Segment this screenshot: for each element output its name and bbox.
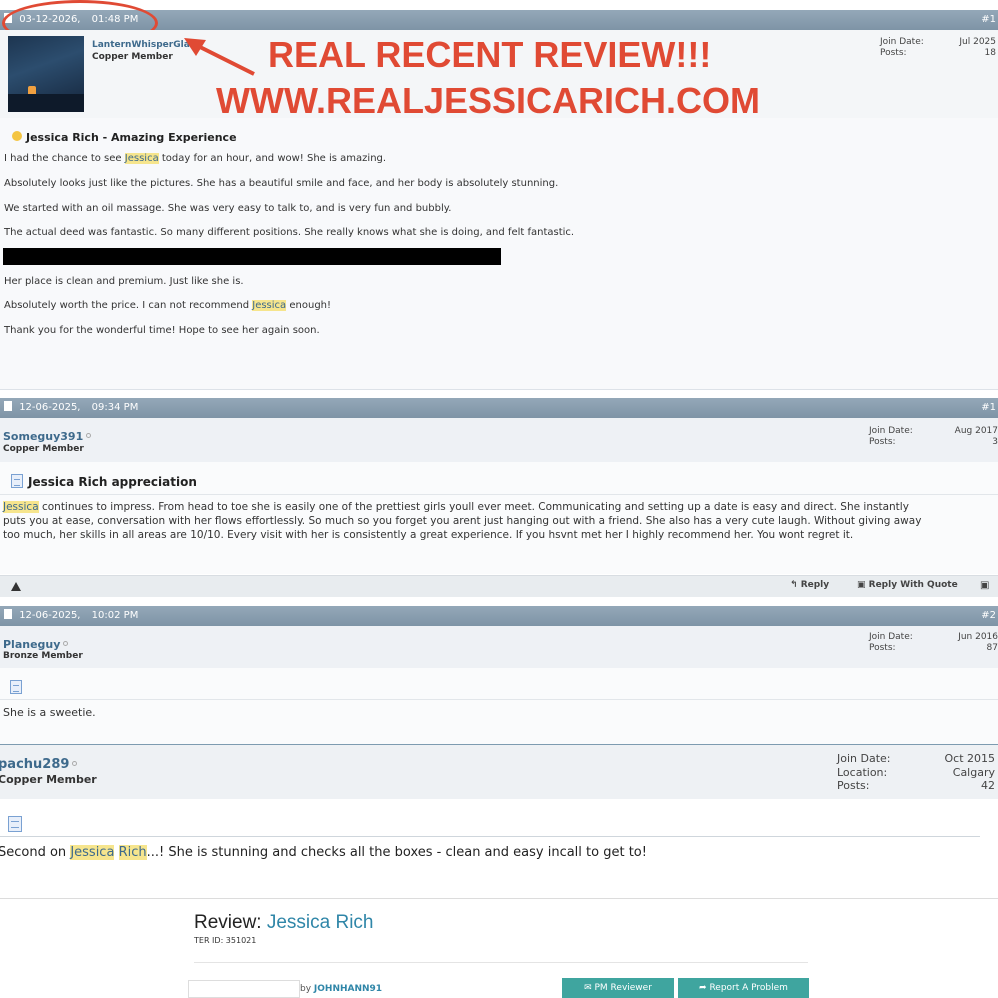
join-value: Jun 2016 xyxy=(958,632,998,642)
rating-box xyxy=(188,980,300,998)
document-icon xyxy=(11,474,23,488)
redaction-bar xyxy=(3,248,501,265)
posts-label: Posts: xyxy=(869,643,896,653)
report-problem-button[interactable]: ➦ Report A Problem xyxy=(678,978,809,998)
post-paragraph: Jessica continues to impress. From head … xyxy=(3,501,922,541)
post-action-bar: ↰ Reply ▣ Reply With Quote ▣ xyxy=(0,575,998,597)
posts-value: 42 xyxy=(981,779,995,792)
report-icon[interactable] xyxy=(11,582,21,591)
user-meta: Join Date: Posts: Aug 2017 3 xyxy=(869,426,998,450)
posts-value: 3 xyxy=(992,437,998,447)
review-title: Review: Jessica Rich xyxy=(194,912,374,933)
post-line-7: Thank you for the wonderful time! Hope t… xyxy=(4,325,320,336)
join-value: Aug 2017 xyxy=(954,426,998,436)
highlight-name[interactable]: Jessica xyxy=(70,845,115,860)
highlight-name[interactable]: Jessica xyxy=(252,300,287,311)
post-number[interactable]: #1 xyxy=(981,10,996,30)
author-link[interactable]: JOHNHANN91 xyxy=(314,984,382,994)
user-rank: Copper Member xyxy=(3,444,84,454)
posts-value: 18 xyxy=(984,48,996,58)
divider xyxy=(0,836,980,837)
post-body xyxy=(0,668,998,744)
document-icon xyxy=(10,680,22,694)
post-header: 12-06-2025, 09:34 PM #1 xyxy=(0,398,998,418)
highlight-name[interactable]: Rich xyxy=(118,845,147,860)
divider xyxy=(0,494,998,495)
username[interactable]: Planeguy xyxy=(3,638,69,651)
offline-status-icon xyxy=(63,641,69,646)
share-arrow-icon: ➦ xyxy=(699,983,710,993)
post-number[interactable]: #1 xyxy=(981,398,996,418)
username[interactable]: pachu289 xyxy=(0,757,78,772)
posts-label: Posts: xyxy=(869,437,896,447)
user-rank: Bronze Member xyxy=(3,651,83,661)
post-text: Second on Jessica Rich...! She is stunni… xyxy=(0,845,647,860)
highlight-name[interactable]: Jessica xyxy=(124,153,159,164)
post-time: 10:02 PM xyxy=(91,610,139,621)
join-value: Jul 2025 xyxy=(959,37,996,47)
highlight-name[interactable]: Jessica xyxy=(3,501,39,513)
user-info: pachu289 Copper Member Join Date: Locati… xyxy=(0,745,998,799)
document-icon xyxy=(8,816,22,832)
location-value: Calgary xyxy=(952,765,995,779)
quote-icon: ▣ xyxy=(857,580,869,590)
emoticon-icon xyxy=(12,131,22,141)
post-line-5: Her place is clean and premium. Just lik… xyxy=(4,276,244,287)
divider xyxy=(194,962,808,963)
post-line-1: I had the chance to see Jessica today fo… xyxy=(4,153,387,164)
posts-value: 87 xyxy=(986,643,998,653)
avatar[interactable] xyxy=(8,36,84,112)
post-time: 09:34 PM xyxy=(91,402,139,413)
post-line-4: The actual deed was fantastic. So many d… xyxy=(4,227,575,238)
multi-quote-icon[interactable]: ▣ xyxy=(980,580,989,591)
user-rank: Copper Member xyxy=(92,52,173,62)
post-date: 12-06-2025, xyxy=(19,402,81,413)
review-provider-link[interactable]: Jessica Rich xyxy=(267,912,374,933)
offline-status-icon xyxy=(72,761,78,766)
post-line-3: We started with an oil massage. She was … xyxy=(4,203,452,214)
join-value: Oct 2015 xyxy=(944,752,995,765)
annotation-headline: REAL RECENT REVIEW!!! xyxy=(268,34,712,75)
reply-arrow-icon: ↰ xyxy=(790,580,801,590)
post-date: 12-06-2025, xyxy=(19,610,81,621)
post-icon xyxy=(4,401,12,411)
user-info: Someguy391 Copper Member Join Date: Post… xyxy=(0,418,998,462)
pm-reviewer-button[interactable]: ✉ PM Reviewer xyxy=(562,978,674,998)
byline: by JOHNHANN91 xyxy=(300,984,383,994)
post-header: 12-06-2025, 10:02 PM #2 xyxy=(0,606,998,626)
user-meta: Join Date: Posts: Jun 2016 87 xyxy=(869,632,998,656)
user-meta: Join Date: Location: Posts: Oct 2015 Cal… xyxy=(837,752,995,792)
ter-id: TER ID: 351021 xyxy=(194,936,257,945)
post-line-6: Absolutely worth the price. I can not re… xyxy=(4,300,332,311)
user-info: Planeguy Bronze Member Join Date: Posts:… xyxy=(0,626,998,668)
post-title: Jessica Rich - Amazing Experience xyxy=(26,131,237,144)
reply-button[interactable]: ↰ Reply xyxy=(790,580,829,590)
divider xyxy=(0,699,998,700)
post-line-2: Absolutely looks just like the pictures.… xyxy=(4,178,559,189)
red-arrow xyxy=(184,38,255,76)
offline-status-icon xyxy=(86,433,92,438)
reply-with-quote-button[interactable]: ▣ Reply With Quote xyxy=(857,580,958,590)
post-title: Jessica Rich appreciation xyxy=(28,475,197,489)
post-number[interactable]: #2 xyxy=(981,606,996,626)
posts-label: Posts: xyxy=(837,779,870,792)
divider xyxy=(0,898,998,899)
user-meta: Join Date: Posts: Jul 2025 18 xyxy=(880,37,998,61)
envelope-icon: ✉ xyxy=(584,983,595,993)
post-icon xyxy=(4,609,12,619)
username[interactable]: Someguy391 xyxy=(3,430,92,443)
posts-label: Posts: xyxy=(880,48,907,58)
post-text: She is a sweetie. xyxy=(3,706,96,719)
annotation-url: WWW.REALJESSICARICH.COM xyxy=(216,80,760,121)
user-rank: Copper Member xyxy=(0,773,97,786)
